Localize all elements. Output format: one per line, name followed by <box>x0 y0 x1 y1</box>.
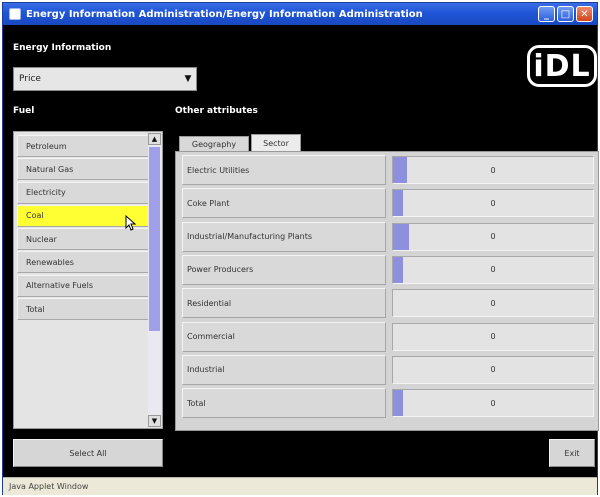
sector-label: Total <box>182 388 386 419</box>
energy-info-select[interactable]: Price ▼ <box>13 67 197 91</box>
title-bar[interactable]: Energy Information Administration/Energy… <box>3 3 597 25</box>
sector-row: Commercial 0 <box>182 321 598 352</box>
sector-row: Industrial/Manufacturing Plants 0 <box>182 221 598 252</box>
sector-label: Industrial/Manufacturing Plants <box>182 221 386 252</box>
minimize-button[interactable]: _ <box>538 6 555 22</box>
sector-value: 0 <box>490 398 496 408</box>
maximize-button[interactable]: □ <box>557 6 574 22</box>
other-attributes-label: Other attributes <box>175 106 258 116</box>
scroll-up-button[interactable]: ▲ <box>148 133 161 145</box>
sector-value-bar[interactable]: 0 <box>392 255 594 284</box>
sector-value-bar[interactable]: 0 <box>392 289 594 318</box>
sector-value-bar[interactable]: 0 <box>392 355 594 384</box>
sector-label: Power Producers <box>182 254 386 285</box>
fuel-item[interactable]: Petroleum <box>17 135 149 157</box>
sector-label: Commercial <box>182 321 386 352</box>
sector-panel: Electric Utilities 0 Coke Plant 0 Industrial… <box>175 151 599 431</box>
fuel-list[interactable]: Petroleum Natural Gas Electricity Coal Nucle… <box>13 131 163 429</box>
energy-info-select-value: Price <box>19 74 41 84</box>
sector-value-bar[interactable]: 0 <box>392 156 594 184</box>
sector-value: 0 <box>490 198 496 208</box>
sector-value: 0 <box>490 298 496 308</box>
status-text: Java Applet Window <box>9 482 89 491</box>
exit-button[interactable]: Exit <box>549 439 595 467</box>
fuel-item[interactable]: Renewables <box>17 251 149 274</box>
app-icon <box>9 8 21 20</box>
sector-row: Total 0 <box>182 388 598 419</box>
fuel-item[interactable]: Natural Gas <box>17 158 149 181</box>
app-window: Energy Information Administration/Energy… <box>2 2 599 495</box>
sector-value: 0 <box>490 165 496 175</box>
status-bar: Java Applet Window <box>3 477 597 495</box>
select-all-button[interactable]: Select All <box>13 439 163 467</box>
tab-sector[interactable]: Sector <box>251 134 301 152</box>
scroll-thumb[interactable] <box>149 147 160 331</box>
fuel-item[interactable]: Nuclear <box>17 228 149 251</box>
energy-info-label: Energy Information <box>13 43 112 53</box>
sector-row: Electric Utilities 0 <box>182 155 598 185</box>
fuel-item[interactable]: Electricity <box>17 181 149 204</box>
sector-row: Industrial 0 <box>182 354 598 385</box>
chevron-down-icon[interactable]: ▼ <box>180 74 196 84</box>
sector-value-bar[interactable]: 0 <box>392 189 594 218</box>
fuel-label: Fuel <box>13 106 35 116</box>
sector-value: 0 <box>490 365 496 375</box>
pointer-cursor-icon <box>125 215 137 231</box>
sector-label: Coke Plant <box>182 188 386 219</box>
sector-row: Residential 0 <box>182 288 598 319</box>
sector-row: Coke Plant 0 <box>182 188 598 219</box>
window-title: Energy Information Administration/Energy… <box>26 8 423 20</box>
sector-row: Power Producers 0 <box>182 254 598 285</box>
sector-value-bar[interactable]: 0 <box>392 389 594 418</box>
sector-label: Industrial <box>182 354 386 385</box>
sector-label: Residential <box>182 288 386 319</box>
fuel-list-scrollbar[interactable]: ▲ ▼ <box>148 133 161 427</box>
sector-value-bar[interactable]: 0 <box>392 322 594 351</box>
sector-label: Electric Utilities <box>182 155 386 185</box>
close-button[interactable]: ✕ <box>576 6 593 22</box>
tab-geography[interactable]: Geography <box>179 136 249 152</box>
sector-value: 0 <box>490 332 496 341</box>
scroll-down-button[interactable]: ▼ <box>148 415 161 427</box>
sector-value: 0 <box>490 265 496 275</box>
idl-logo: iDL <box>527 45 597 87</box>
sector-value: 0 <box>490 232 496 242</box>
sector-value-bar[interactable]: 0 <box>392 222 594 251</box>
fuel-item[interactable]: Total <box>17 298 149 321</box>
fuel-item[interactable]: Alternative Fuels <box>17 274 149 297</box>
